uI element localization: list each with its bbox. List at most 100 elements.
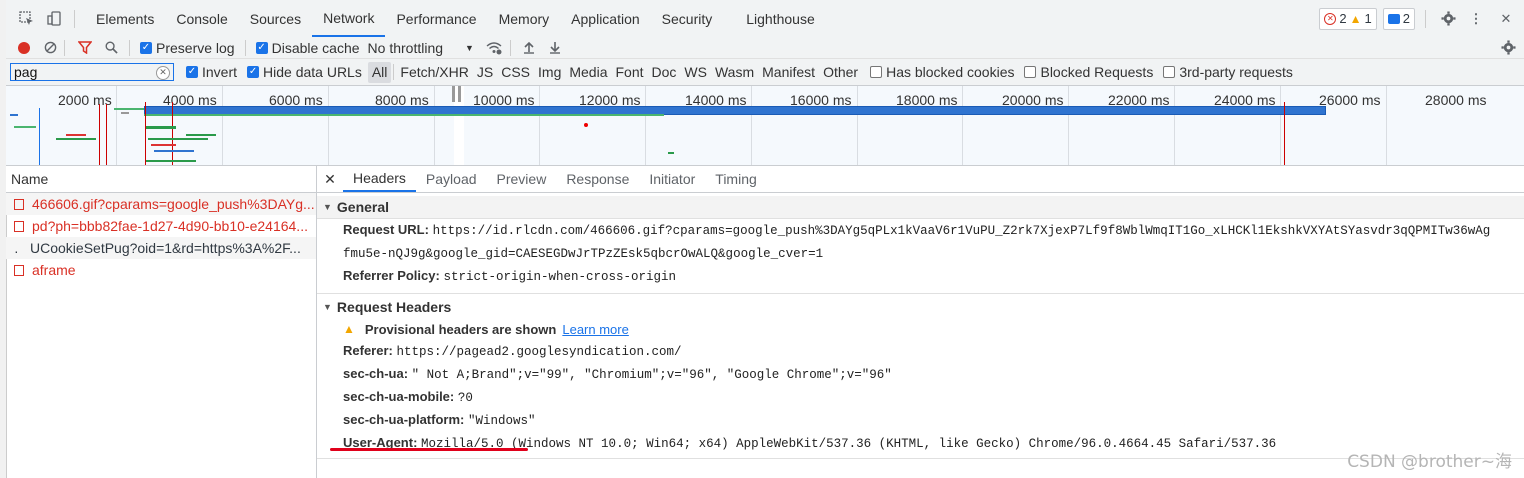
selection-handle[interactable] (452, 86, 455, 102)
filter-type-font[interactable]: Font (612, 62, 648, 83)
import-har-icon[interactable] (521, 40, 537, 56)
request-name: UCookieSetPug?oid=1&rd=https%3A%2F... (30, 240, 301, 256)
sec-ch-ua-key: sec-ch-ua: (343, 366, 409, 381)
user-agent-value: Mozilla/5.0 (Windows NT 10.0; Win64; x64… (421, 437, 1277, 451)
inspect-element-icon[interactable] (18, 11, 34, 27)
devtools-tab-bar: Elements Console Sources Network Perform… (6, 0, 1524, 38)
filter-type-wasm[interactable]: Wasm (711, 62, 758, 83)
invert-checkbox[interactable]: ✓ Invert (186, 64, 237, 80)
tab-memory[interactable]: Memory (488, 0, 561, 37)
tab-application[interactable]: Application (560, 0, 651, 37)
preserve-log-label: Preserve log (156, 39, 235, 56)
request-details-panel: ✕ Headers Payload Preview Response Initi… (317, 166, 1524, 478)
timeline-gridline (328, 86, 329, 165)
filter-type-ws[interactable]: WS (680, 62, 711, 83)
filter-type-manifest[interactable]: Manifest (758, 62, 819, 83)
timeline-request-bar (66, 134, 86, 136)
tab-timing[interactable]: Timing (705, 166, 767, 192)
request-name: pd?ph=bbb82fae-1d27-4d90-bb10-e24164... (32, 218, 308, 234)
has-blocked-cookies-checkbox[interactable]: Has blocked cookies (870, 64, 1014, 80)
filter-input[interactable]: pag ✕ (10, 63, 174, 81)
sec-ch-ua-mobile-value: ?0 (457, 391, 473, 405)
request-row[interactable]: 466606.gif?cparams=google_push%3DAYg... (6, 193, 316, 215)
divider (393, 64, 395, 80)
disable-cache-checkbox[interactable]: ✓ Disable cache (255, 40, 360, 56)
export-har-icon[interactable] (547, 40, 563, 56)
filter-type-fetch-xhr[interactable]: Fetch/XHR (396, 62, 472, 83)
network-conditions-icon[interactable] (486, 40, 502, 56)
timeline-tick-label: 26000 ms (1319, 92, 1381, 108)
clear-filter-icon[interactable]: ✕ (156, 66, 170, 80)
checkbox-checked-icon: ✓ (140, 41, 152, 54)
filter-type-other[interactable]: Other (819, 62, 862, 83)
filter-type-css[interactable]: CSS (497, 62, 534, 83)
tab-preview[interactable]: Preview (487, 166, 557, 192)
name-column-header[interactable]: Name (6, 166, 316, 193)
timeline-gridline (751, 86, 752, 165)
file-icon (14, 220, 24, 232)
filter-type-all[interactable]: All (367, 61, 392, 83)
blocked-requests-checkbox[interactable]: Blocked Requests (1024, 64, 1153, 80)
tab-console[interactable]: Console (165, 0, 238, 37)
general-section-header[interactable]: ▼ General (317, 196, 1524, 219)
warning-count: 1 (1364, 11, 1372, 26)
divider (129, 39, 130, 56)
blocked-requests-label: Blocked Requests (1040, 64, 1154, 80)
details-tab-bar: ✕ Headers Payload Preview Response Initi… (317, 166, 1524, 193)
filter-type-img[interactable]: Img (534, 62, 565, 83)
search-icon[interactable] (103, 40, 119, 56)
tab-performance[interactable]: Performance (385, 0, 487, 37)
preserve-log-checkbox[interactable]: ✓ Preserve log (140, 40, 235, 56)
checkbox-checked-icon: ✓ (247, 66, 260, 78)
error-count: 2 (1339, 11, 1347, 26)
selection-handle[interactable] (458, 86, 461, 102)
request-url-key: Request URL: (343, 222, 429, 237)
request-row[interactable]: aframe (6, 259, 316, 281)
tab-payload[interactable]: Payload (416, 166, 487, 192)
learn-more-link[interactable]: Learn more (562, 322, 628, 337)
record-icon[interactable] (16, 40, 32, 56)
tab-security[interactable]: Security (651, 0, 724, 37)
tab-sources[interactable]: Sources (239, 0, 312, 37)
gear-icon[interactable] (1440, 11, 1456, 27)
timeline-request-bar (668, 152, 674, 154)
timeline-gridline (962, 86, 963, 165)
more-options-icon[interactable]: ⋮ (1468, 11, 1484, 27)
timeline-load-line (145, 102, 146, 165)
warning-icon: ▲ (343, 322, 355, 336)
document-icon (14, 264, 24, 276)
tab-response[interactable]: Response (556, 166, 639, 192)
third-party-checkbox[interactable]: 3rd-party requests (1163, 64, 1293, 80)
request-row[interactable]: pd?ph=bbb82fae-1d27-4d90-bb10-e24164... (6, 215, 316, 237)
error-icon: ✕ (1324, 12, 1337, 25)
filter-type-js[interactable]: JS (473, 62, 497, 83)
device-toolbar-icon[interactable] (46, 11, 62, 27)
request-row[interactable]: · UCookieSetPug?oid=1&rd=https%3A%2F... (6, 237, 316, 259)
request-headers-section-header[interactable]: ▼ Request Headers (317, 296, 1524, 318)
messages-counter[interactable]: 2 (1382, 7, 1415, 30)
request-url-value-cont: fmu5e-nQJ9g&google_gid=CAESEGDwJrTPzZEsk… (343, 247, 824, 261)
timeline-dom-content-loaded-line (39, 108, 40, 165)
tab-initiator[interactable]: Initiator (639, 166, 705, 192)
hide-data-urls-checkbox[interactable]: ✓ Hide data URLs (247, 64, 362, 80)
filter-value: pag (14, 64, 38, 80)
filter-icon[interactable] (77, 40, 93, 56)
tab-lighthouse[interactable]: Lighthouse (735, 0, 826, 37)
close-details-icon[interactable]: ✕ (317, 171, 343, 188)
clear-icon[interactable] (42, 40, 58, 56)
network-settings-gear-icon[interactable] (1500, 40, 1516, 56)
tab-headers[interactable]: Headers (343, 166, 416, 192)
throttling-select[interactable]: No throttling ▼ (368, 40, 474, 56)
close-icon[interactable]: ✕ (1498, 11, 1514, 27)
filter-type-doc[interactable]: Doc (648, 62, 681, 83)
tab-network[interactable]: Network (312, 0, 386, 37)
filter-type-media[interactable]: Media (565, 62, 611, 83)
issues-counter[interactable]: ✕ 2 ▲ 1 (1319, 7, 1377, 30)
tab-elements[interactable]: Elements (85, 0, 165, 37)
network-toolbar: ✓ Preserve log ✓ Disable cache No thrott… (6, 37, 1524, 59)
timeline-gridline (1280, 86, 1281, 165)
checkbox-unchecked-icon (1163, 66, 1176, 78)
referer-row: Referer: https://pagead2.googlesyndicati… (317, 340, 1524, 363)
network-overview-timeline[interactable]: 2000 ms 4000 ms 6000 ms 8000 ms 10000 ms… (6, 86, 1524, 166)
general-title: General (336, 199, 390, 215)
